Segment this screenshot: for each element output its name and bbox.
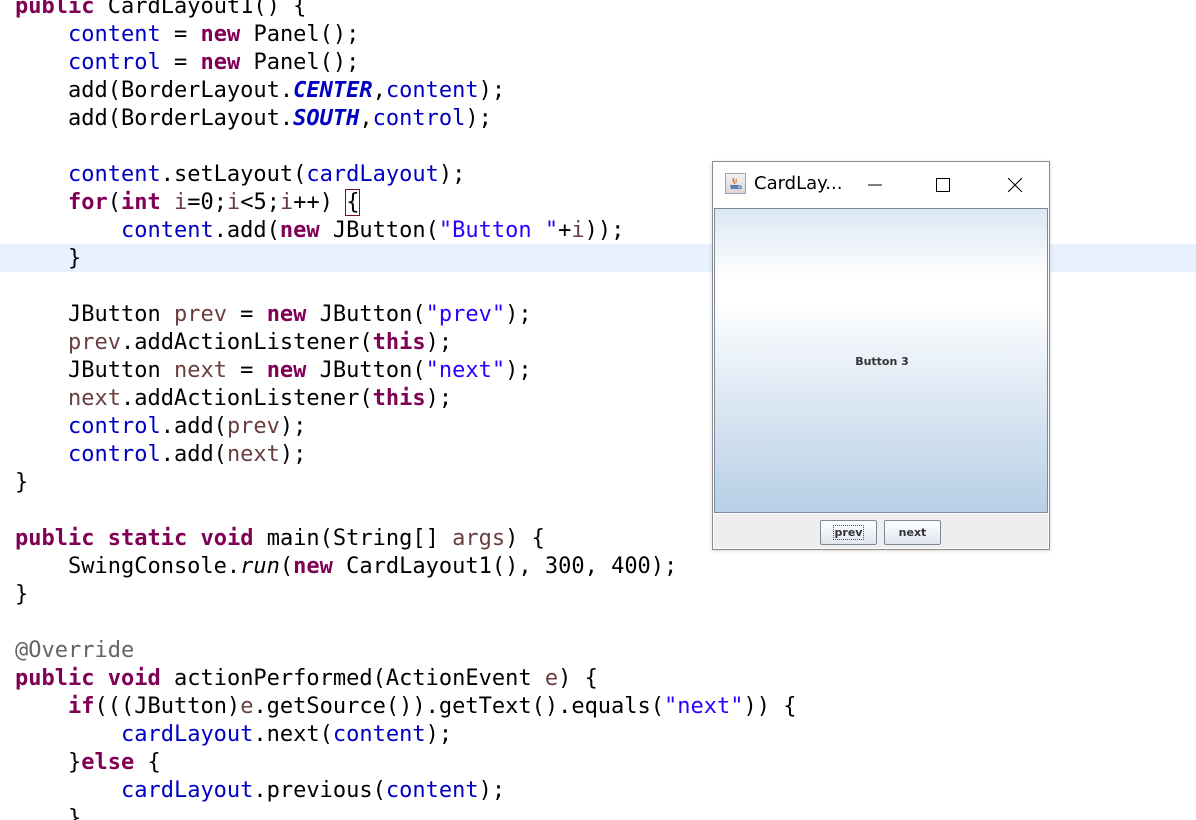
close-button[interactable] bbox=[992, 162, 1038, 207]
code-line: @Override bbox=[15, 638, 135, 663]
code-line: control = new Panel(); bbox=[67, 50, 360, 75]
code-line: content.add(new JButton("Button "+i)); bbox=[120, 218, 625, 243]
code-line: JButton prev = new JButton("prev"); bbox=[15, 302, 532, 327]
next-button[interactable]: next bbox=[884, 520, 941, 545]
code-line: if(((JButton)e.getSource()).getText().eq… bbox=[67, 694, 797, 719]
code-line: cardLayout.previous(content); bbox=[120, 778, 506, 803]
maximize-button[interactable] bbox=[920, 162, 966, 207]
close-icon bbox=[1008, 177, 1022, 192]
cardlayout-window[interactable]: CardLay... Button 3 prev next bbox=[712, 161, 1050, 550]
code-line: SwingConsole.run(new CardLayout1(), 300,… bbox=[15, 554, 678, 579]
minimize-button[interactable] bbox=[852, 162, 898, 207]
code-line: } bbox=[15, 470, 29, 495]
code-line: cardLayout.next(content); bbox=[120, 722, 453, 747]
prev-button-label: prev bbox=[832, 525, 865, 540]
code-line: } bbox=[15, 582, 29, 607]
code-line: next.addActionListener(this); bbox=[67, 386, 453, 411]
code-line: add(BorderLayout.CENTER,content); bbox=[15, 78, 506, 103]
control-panel: prev next bbox=[714, 514, 1048, 548]
text-cursor: { bbox=[345, 189, 361, 216]
window-title: CardLay... bbox=[754, 173, 843, 194]
card-button[interactable]: Button 3 bbox=[714, 208, 1048, 513]
code-line: } bbox=[15, 246, 82, 271]
minimize-icon bbox=[868, 184, 882, 185]
code-line: }else { bbox=[15, 750, 161, 775]
code-line: JButton next = new JButton("next"); bbox=[15, 358, 532, 383]
code-line: control.add(next); bbox=[67, 442, 307, 467]
java-coffee-icon[interactable] bbox=[725, 173, 746, 194]
maximize-icon bbox=[936, 177, 950, 192]
card-button-label: Button 3 bbox=[855, 355, 909, 368]
code-line: content.setLayout(cardLayout); bbox=[67, 162, 466, 187]
code-text[interactable]: public CardLayout1() { content = new Pan… bbox=[15, 0, 797, 820]
prev-button[interactable]: prev bbox=[820, 520, 877, 545]
code-line: public void actionPerformed(ActionEvent … bbox=[15, 666, 598, 691]
code-line: public CardLayout1() { bbox=[15, 0, 307, 19]
code-line: content = new Panel(); bbox=[67, 22, 360, 47]
code-line: control.add(prev); bbox=[67, 414, 307, 439]
code-line: } bbox=[15, 806, 82, 820]
code-line: public static void main(String[] args) { bbox=[15, 526, 545, 551]
code-line: prev.addActionListener(this); bbox=[67, 330, 453, 355]
code-line: add(BorderLayout.SOUTH,control); bbox=[15, 106, 492, 131]
window-titlebar[interactable]: CardLay... bbox=[713, 162, 1049, 207]
code-line: for(int i=0;i<5;i++) { bbox=[67, 189, 361, 216]
next-button-label: next bbox=[898, 526, 927, 539]
